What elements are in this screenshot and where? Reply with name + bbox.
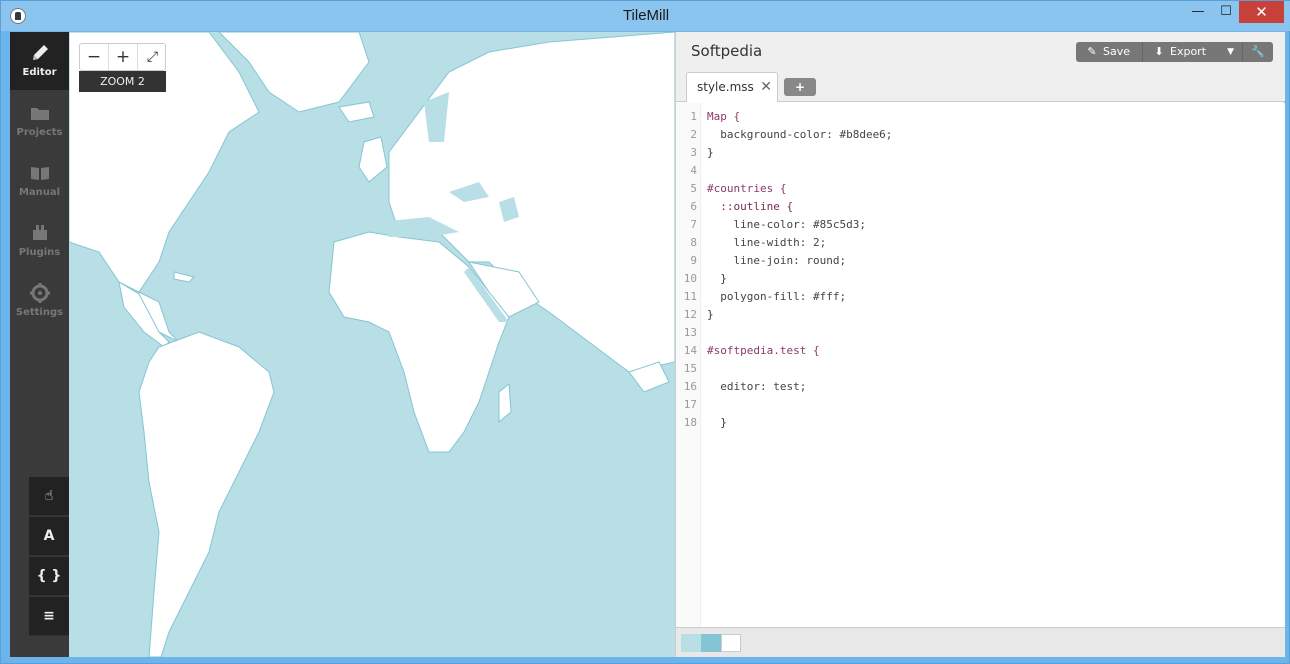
code-line: } bbox=[707, 272, 727, 285]
color-swatch[interactable] bbox=[721, 634, 741, 652]
line-number: 2 bbox=[690, 128, 697, 141]
line-number: 7 bbox=[690, 218, 697, 231]
line-number: 17 bbox=[683, 398, 697, 411]
window-title: TileMill bbox=[622, 7, 670, 24]
gear-icon bbox=[29, 282, 51, 304]
sidebar-item-projects[interactable]: Projects bbox=[10, 92, 69, 150]
sidebar-item-settings[interactable]: Settings bbox=[10, 272, 69, 330]
title-bar: TileMill — ☐ ✕ bbox=[1, 1, 1290, 31]
add-tab-button[interactable]: + bbox=[784, 78, 816, 96]
line-number: 11 bbox=[683, 290, 697, 303]
line-number: 6 bbox=[690, 200, 697, 213]
pencil-icon bbox=[29, 42, 51, 64]
color-swatch[interactable] bbox=[701, 634, 721, 652]
zoom-out-button[interactable]: − bbox=[80, 44, 109, 70]
line-number-gutter: 1 2 3 4 5 6 7 8 9 10 11 12 13 14 15 16 1… bbox=[676, 103, 701, 627]
line-number: 16 bbox=[683, 380, 697, 393]
save-button[interactable]: ✎ Save bbox=[1076, 42, 1143, 62]
folder-icon bbox=[29, 102, 51, 124]
braces-icon: { } bbox=[36, 568, 62, 584]
fullscreen-button[interactable]: ⤢ bbox=[138, 44, 167, 70]
line-number: 8 bbox=[690, 236, 697, 249]
book-icon bbox=[29, 162, 51, 184]
line-number: 9 bbox=[690, 254, 697, 267]
tab-bar: style.mss ✕ + bbox=[686, 72, 1086, 102]
line-number: 5 bbox=[690, 182, 697, 195]
sidebar-item-plugins[interactable]: Plugins bbox=[10, 212, 69, 270]
zoom-buttons: − + ⤢ bbox=[79, 43, 166, 71]
code-editor[interactable]: 1 2 3 4 5 6 7 8 9 10 11 12 13 14 15 16 1… bbox=[676, 103, 1285, 627]
font-icon: A bbox=[43, 528, 55, 544]
zoom-level-label: ZOOM 2 bbox=[79, 71, 166, 92]
line-number: 1 bbox=[690, 110, 697, 123]
zoom-control: − + ⤢ ZOOM 2 bbox=[79, 43, 166, 93]
line-number: 12 bbox=[683, 308, 697, 321]
color-palette-bar bbox=[676, 627, 1285, 657]
app-window: TileMill — ☐ ✕ Editor Projects Manual Pl… bbox=[0, 0, 1290, 664]
close-button[interactable]: ✕ bbox=[1239, 1, 1284, 23]
code-line: polygon-fill: #fff; bbox=[707, 290, 847, 303]
editor-panel: Softpedia ✎ Save ⬇ Export ▼ 🔧 style.mss ✕ bbox=[675, 32, 1285, 657]
code-line: editor: test; bbox=[707, 380, 807, 393]
line-number: 13 bbox=[683, 326, 697, 339]
sidebar-item-label: Projects bbox=[16, 127, 63, 138]
map-view[interactable]: − + ⤢ ZOOM 2 bbox=[69, 32, 675, 657]
save-label: Save bbox=[1103, 45, 1131, 58]
code-line: } bbox=[707, 416, 727, 429]
line-number: 10 bbox=[683, 272, 697, 285]
editor-header: Softpedia ✎ Save ⬇ Export ▼ 🔧 style.mss ✕ bbox=[676, 32, 1285, 102]
code-line: line-color: #85c5d3; bbox=[707, 218, 866, 231]
code-line: #softpedia.test { bbox=[707, 344, 820, 357]
tab-label: style.mss bbox=[697, 80, 754, 94]
tab-style-mss[interactable]: style.mss ✕ bbox=[686, 72, 778, 102]
line-number: 14 bbox=[683, 344, 697, 357]
sidebar-item-manual[interactable]: Manual bbox=[10, 152, 69, 210]
caret-down-icon: ▼ bbox=[1227, 47, 1234, 57]
maximize-button[interactable]: ☐ bbox=[1211, 1, 1241, 23]
sidebar-item-label: Editor bbox=[22, 67, 57, 78]
sidebar-item-editor[interactable]: Editor bbox=[10, 32, 69, 90]
export-button[interactable]: ⬇ Export ▼ bbox=[1143, 42, 1243, 62]
map-tools: ☝ A { } ≡ bbox=[29, 477, 69, 636]
line-number: 3 bbox=[690, 146, 697, 159]
zoom-in-button[interactable]: + bbox=[109, 44, 138, 70]
code-line: Map { bbox=[707, 110, 741, 123]
pencil-icon: ✎ bbox=[1087, 45, 1097, 58]
sidebar-item-label: Plugins bbox=[18, 247, 61, 258]
download-icon: ⬇ bbox=[1154, 45, 1164, 58]
settings-tool-button[interactable]: 🔧 bbox=[1243, 42, 1273, 62]
line-number: 4 bbox=[690, 164, 697, 177]
sidebar-item-label: Manual bbox=[18, 187, 61, 198]
tab-close-icon[interactable]: ✕ bbox=[760, 73, 772, 101]
color-swatch[interactable] bbox=[681, 634, 701, 652]
wrench-icon: 🔧 bbox=[1251, 45, 1265, 58]
line-number: 15 bbox=[683, 362, 697, 375]
sidebar-item-label: Settings bbox=[15, 307, 64, 318]
layers-icon: ≡ bbox=[43, 608, 55, 624]
code-line: ::outline { bbox=[707, 200, 794, 213]
hand-pointer-icon: ☝ bbox=[44, 488, 54, 504]
minimize-button[interactable]: — bbox=[1183, 1, 1213, 23]
code-line: line-width: 2; bbox=[707, 236, 827, 249]
layers-tool-button[interactable]: ≡ bbox=[29, 597, 69, 636]
code-line: #countries { bbox=[707, 182, 787, 195]
world-map bbox=[69, 32, 675, 657]
code-line: line-join: round; bbox=[707, 254, 847, 267]
editor-toolbar: ✎ Save ⬇ Export ▼ 🔧 bbox=[1076, 42, 1273, 62]
code-line: } bbox=[707, 308, 714, 321]
plugin-icon bbox=[29, 222, 51, 244]
export-label: Export bbox=[1170, 45, 1207, 58]
project-title: Softpedia bbox=[691, 42, 763, 60]
line-number: 18 bbox=[683, 416, 697, 429]
code-tool-button[interactable]: { } bbox=[29, 557, 69, 596]
label-tool-button[interactable]: A bbox=[29, 517, 69, 556]
code-line: } bbox=[707, 146, 714, 159]
code-line: background-color: #b8dee6; bbox=[707, 128, 893, 141]
pan-tool-button[interactable]: ☝ bbox=[29, 477, 69, 516]
